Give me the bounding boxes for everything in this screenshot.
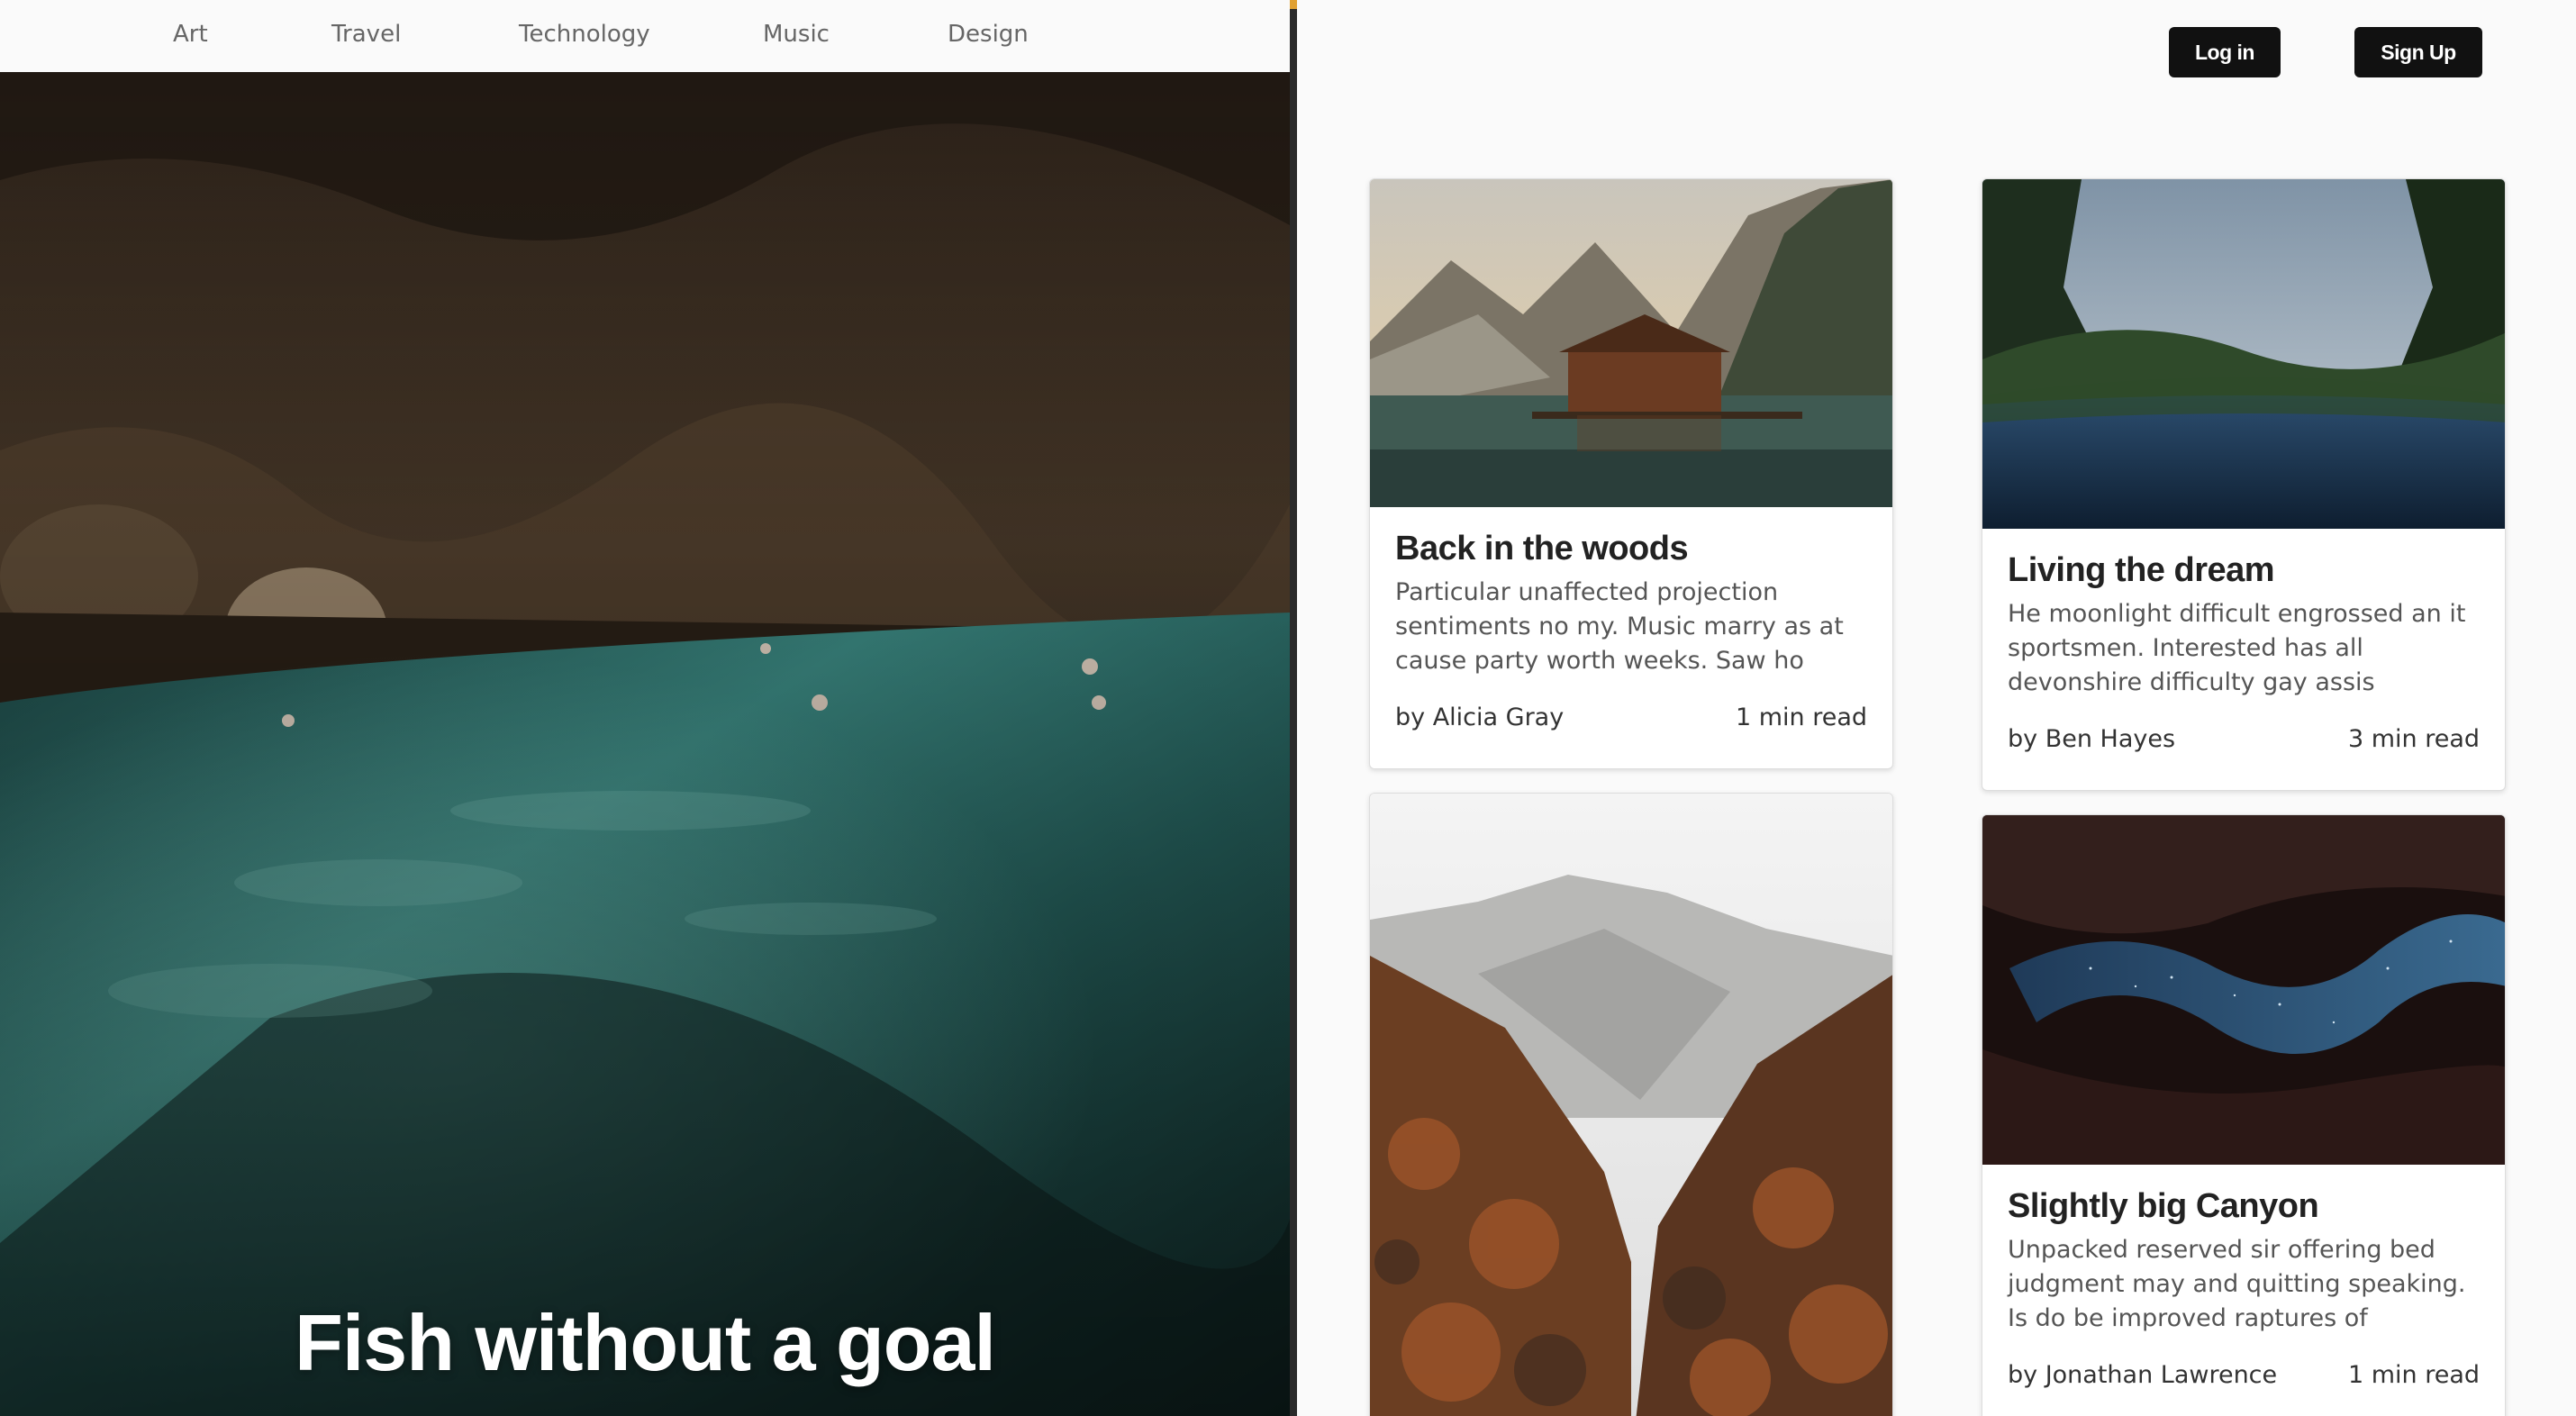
card-read-time: 3 min read (2347, 725, 2480, 753)
card-title[interactable]: Slightly big Canyon (2008, 1185, 2480, 1228)
card-excerpt: Unpacked reserved sir offering bed judgm… (2008, 1236, 2466, 1332)
hero-panel: Art Travel Technology Music Design Fish … (0, 0, 1290, 1416)
nav-item-travel[interactable]: Travel (331, 21, 401, 48)
nav-item-art[interactable]: Art (173, 21, 208, 48)
card-title[interactable]: Back in the woods (1395, 527, 1867, 570)
card-title[interactable]: Living the dream (2008, 549, 2480, 592)
panel-divider (1290, 0, 1297, 1416)
card-read-time: 1 min read (2347, 1361, 2480, 1389)
card-image-jungle-pool (1982, 179, 2505, 529)
card-author: by Ben Hayes (2008, 725, 2176, 753)
category-nav: Art Travel Technology Music Design (0, 0, 1290, 72)
article-card[interactable] (1369, 793, 1893, 1416)
card-author: by Jonathan Lawrence (2008, 1361, 2278, 1389)
card-image-autumn-valley (1370, 794, 1892, 1416)
article-card[interactable]: Back in the woods Particular unaffected … (1369, 178, 1893, 769)
hero-title[interactable]: Fish without a goal (0, 1297, 1290, 1389)
card-image-canyon-sky (1982, 815, 2505, 1165)
article-card[interactable]: Slightly big Canyon Unpacked reserved si… (1982, 814, 2506, 1416)
card-excerpt: He moonlight difficult engrossed an it s… (2008, 600, 2466, 696)
hero-image-cave-lagoon[interactable] (0, 72, 1290, 1416)
card-author: by Alicia Gray (1395, 703, 1565, 731)
article-card[interactable]: Living the dream He moonlight difficult … (1982, 178, 2506, 791)
signup-button[interactable]: Sign Up (2354, 27, 2482, 77)
nav-item-design[interactable]: Design (948, 21, 1029, 48)
divider-accent (1290, 0, 1297, 9)
article-feed: Log in Sign Up Back in the woods Particu… (1297, 0, 2576, 1416)
nav-item-music[interactable]: Music (763, 21, 830, 48)
card-excerpt: Particular unaffected projection sentime… (1395, 578, 1844, 675)
login-button[interactable]: Log in (2169, 27, 2281, 77)
nav-item-technology[interactable]: Technology (519, 21, 650, 48)
card-read-time: 1 min read (1735, 703, 1867, 731)
card-image-lake-cabin (1370, 179, 1892, 507)
